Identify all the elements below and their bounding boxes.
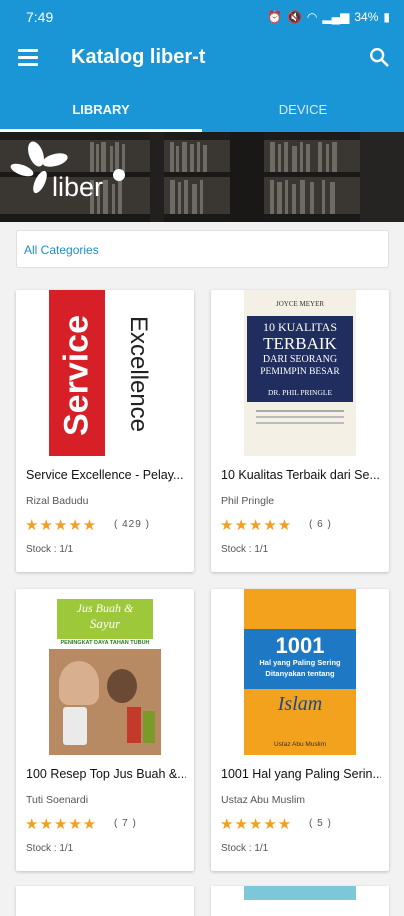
cover-line4: PEMIMPIN BESAR: [260, 367, 340, 377]
book-title: 10 Kualitas Terbaik dari Se...: [221, 468, 380, 482]
search-icon[interactable]: [368, 46, 390, 68]
category-filter[interactable]: All Categories: [16, 230, 389, 268]
book-author: Rizal Badudu: [26, 495, 89, 507]
menu-icon[interactable]: [18, 49, 38, 66]
book-author: Ustaz Abu Muslim: [221, 794, 306, 806]
cover-line1: 1001: [275, 633, 325, 658]
cover-line2: Hal yang Paling Sering: [259, 658, 341, 667]
cover-line2: Sayur: [89, 616, 121, 631]
alarm-icon: ⏰: [267, 9, 282, 24]
battery-text: 34%: [354, 9, 379, 24]
book-title: 1001 Hal yang Paling Serin...: [221, 767, 381, 781]
wifi-icon: ◠: [306, 9, 318, 24]
rating-count: ( 6 ): [309, 519, 332, 530]
cover-line4: Islam: [277, 693, 323, 715]
signal-icon: ▂▄▆: [322, 9, 350, 24]
book-stock: Stock : 1/1: [221, 544, 269, 555]
book-author: Tuti Soenardi: [26, 794, 89, 806]
book-cover: Service Excellence: [49, 290, 161, 456]
status-icons: ⏰ 🔇 ◠ ▂▄▆ 34% ▮: [267, 10, 390, 24]
book-card[interactable]: Jus Buah & Sayur PENINGKAT DAYA TAHAN TU…: [16, 589, 194, 871]
book-card[interactable]: JOYCE MEYER 10 KUALITAS TERBAIK DARI SEO…: [211, 290, 389, 572]
book-card[interactable]: Service Excellence Service Excellence - …: [16, 290, 194, 572]
rating-stars: ★★★★★: [220, 816, 293, 833]
mute-icon: 🔇: [286, 9, 302, 24]
cover-line3: DARI SEORANG: [262, 354, 338, 365]
rating-count: ( 5 ): [309, 818, 332, 829]
cover-author: Ustaz Abu Muslim: [273, 741, 327, 748]
tab-bar: LIBRARY DEVICE: [0, 85, 404, 132]
book-cover: 1001 Hal yang Paling Sering Ditanyakan t…: [244, 589, 356, 755]
book-stock: Stock : 1/1: [26, 544, 74, 555]
status-bar: 7:49 ⏰ 🔇 ◠ ▂▄▆ 34% ▮: [0, 0, 404, 33]
cover-line3: Ditanyakan tentang: [265, 669, 335, 678]
book-card-partial[interactable]: [211, 886, 389, 916]
tab-library[interactable]: LIBRARY: [0, 85, 202, 132]
rating-stars: ★★★★★: [25, 816, 98, 833]
cover-band: PENINGKAT DAYA TAHAN TUBUH: [60, 640, 150, 646]
book-stock: Stock : 1/1: [26, 843, 74, 854]
banner-logo-text: liber: [52, 172, 104, 202]
book-title: 100 Resep Top Jus Buah &...: [26, 767, 186, 781]
tab-device[interactable]: DEVICE: [202, 85, 404, 132]
book-author: Phil Pringle: [221, 495, 275, 507]
rating-count: ( 429 ): [114, 519, 150, 530]
book-stock: Stock : 1/1: [221, 843, 269, 854]
cover-line1: Jus Buah &: [76, 601, 134, 615]
book-card[interactable]: 1001 Hal yang Paling Sering Ditanyakan t…: [211, 589, 389, 871]
rating-stars: ★★★★★: [220, 517, 293, 534]
book-cover: Jus Buah & Sayur PENINGKAT DAYA TAHAN TU…: [49, 589, 161, 755]
book-title: Service Excellence - Pelay...: [26, 468, 184, 482]
library-banner: liber: [0, 132, 404, 222]
app-bar: Katalog liber-t: [0, 33, 404, 85]
cover-line2: TERBAIK: [263, 334, 337, 353]
status-time: 7:49: [26, 8, 54, 25]
category-filter-label: All Categories: [24, 243, 99, 257]
cover-top-text: JOYCE MEYER: [275, 300, 325, 308]
cover-title: Service: [57, 315, 96, 436]
book-cover: JOYCE MEYER 10 KUALITAS TERBAIK DARI SEO…: [244, 290, 356, 456]
rating-stars: ★★★★★: [25, 517, 98, 534]
battery-icon: ▮: [383, 9, 390, 24]
cover-line1: 10 KUALITAS: [262, 320, 338, 334]
cover-subtitle: Excellence: [125, 315, 152, 433]
book-card-partial[interactable]: [16, 886, 194, 916]
cover-author: DR. PHIL PRINGLE: [267, 388, 333, 397]
app-title: Katalog liber-t: [71, 46, 206, 68]
rating-count: ( 7 ): [114, 818, 137, 829]
